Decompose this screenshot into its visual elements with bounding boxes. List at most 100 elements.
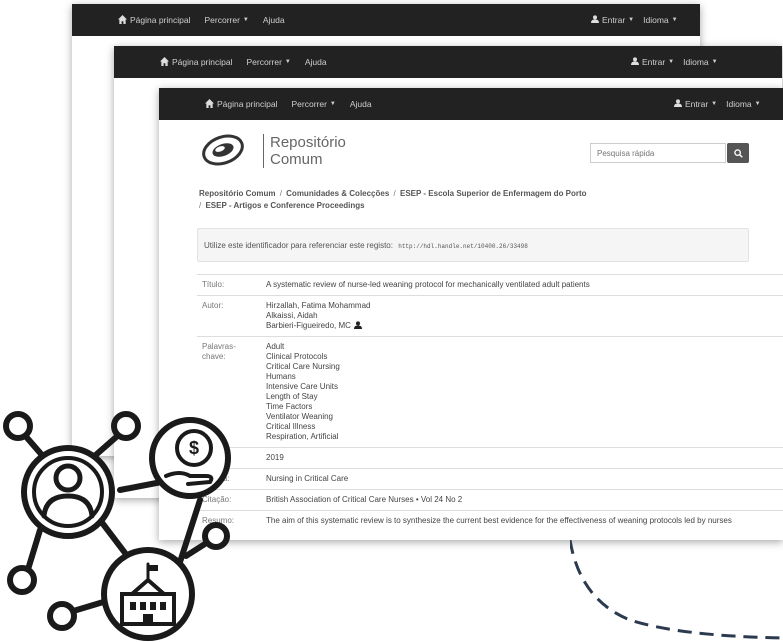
nav-help[interactable]: Ajuda [305,57,327,67]
logo-line-2: Comum [270,151,323,168]
nav-help[interactable]: Ajuda [263,15,285,25]
window [150,602,156,610]
window [140,602,146,610]
nav-home[interactable]: Página principal [118,14,191,26]
nav-login[interactable]: Entrar ▼ [674,99,717,109]
metadata-table: Título: A systematic review of nurse-led… [197,274,783,531]
nav-home-label: Página principal [130,15,191,25]
table-row: Editora: Nursing in Critical Care [197,468,783,489]
home-icon [118,14,130,26]
dashed-path [570,540,783,640]
caret-down-icon: ▼ [668,59,675,65]
keyword: Intensive Care Units [266,382,339,391]
nav-login-label: Entrar [602,15,626,25]
nav-browse[interactable]: Percorrer ▼ [246,57,290,67]
repository-record-window: Página principal Percorrer ▼ Ajuda Entrar… [159,88,783,540]
nav-login[interactable]: Entrar ▼ [631,57,674,67]
caret-down-icon: ▼ [754,101,761,107]
keyword: Time Factors [266,402,313,411]
nav-browse-label: Percorrer [246,57,282,67]
window [160,602,166,610]
network-node [47,601,77,631]
nav-help-label: Ajuda [262,15,285,25]
nav-login-label: Entrar [642,57,666,67]
nav-home-label: Página principal [217,99,278,109]
identifier-url[interactable]: http://hdl.handle.net/10400.26/33498 [398,243,528,250]
breadcrumb-item[interactable]: ESEP - Escola Superior de Enfermagem do … [400,189,587,198]
author-link[interactable]: Hirzallah, Fatima Mohammad [266,301,370,311]
nav-help-label: Ajuda [304,57,327,67]
caret-down-icon: ▼ [242,17,249,23]
breadcrumb-separator: / [199,201,202,210]
flag-icon [149,565,158,571]
breadcrumb: Repositório Comum / Comunidades & Colecç… [199,188,759,212]
breadcrumb-item[interactable]: ESEP - Artigos e Conference Proceedings [205,201,364,210]
network-node [111,411,141,441]
breadcrumb-item[interactable]: Repositório Comum [199,189,275,198]
network-node [7,565,37,595]
keywords-label-line: chave: [202,352,226,361]
person-head [53,463,83,493]
nav-language[interactable]: Idioma ▼ [683,57,717,67]
keyword: Critical Care Nursing [266,362,340,371]
caret-down-icon: ▼ [711,59,718,65]
nav-browse-label: Percorrer [291,99,327,109]
door [143,614,153,624]
date-value: 2019 [266,453,284,462]
logo-wordmark[interactable]: Repositório Comum [263,134,346,168]
table-row: Palavras- chave: Adult Clinical Protocol… [197,336,783,447]
title-label: Título: [202,280,225,289]
keywords-list: Adult Clinical Protocols Critical Care N… [266,342,340,442]
user-icon [631,57,642,67]
caret-down-icon: ▼ [671,17,678,23]
search-icon [733,148,743,158]
keyword: Humans [266,372,296,381]
breadcrumb-separator: / [279,189,282,198]
network-node [202,522,230,550]
table-row: Resumo: The aim of this systematic revie… [197,510,783,531]
user-icon[interactable] [351,321,362,330]
author-link[interactable]: Barbieri-Figueiredo, MC [266,321,351,330]
caret-down-icon: ▼ [628,17,635,23]
keyword: Critical Illness [266,422,316,431]
nav-browse[interactable]: Percorrer ▼ [204,15,248,25]
nav-help[interactable]: Ajuda [350,99,372,109]
nav-login-label: Entrar [685,99,709,109]
title-value: A systematic review of nurse-led weaning… [266,280,590,289]
dashed-decorative-curve [570,540,783,640]
keyword: Adult [266,342,285,351]
network-node [3,411,33,441]
identifier-label: Utilize este identificador para referenc… [204,241,393,250]
identifier-panel: Utilize este identificador para referenc… [197,228,749,262]
home-icon [160,56,172,68]
nav-home[interactable]: Página principal [160,56,232,68]
citation-value: British Association of Critical Care Nur… [266,495,463,504]
caret-down-icon: ▼ [284,59,291,65]
nav-login[interactable]: Entrar ▼ [591,15,634,25]
nav-home[interactable]: Página principal [205,98,278,110]
window [130,602,136,610]
user-icon [591,15,602,25]
user-icon [674,99,685,109]
keyword: Ventilator Weaning [266,412,334,421]
nav-browse-label: Percorrer [204,15,240,25]
quick-search-input[interactable] [590,143,726,163]
caret-down-icon: ▼ [329,101,336,107]
breadcrumb-item[interactable]: Comunidades & Colecções [286,189,389,198]
nav-language[interactable]: Idioma ▼ [643,15,677,25]
keywords-label-line: Palavras- [202,342,236,351]
navbar: Página principal Percorrer ▼ Ajuda Entrar… [159,88,783,120]
logo-line-1: Repositório [270,134,346,151]
keyword: Respiration, Artificial [266,432,339,441]
caret-down-icon: ▼ [711,101,718,107]
nav-language[interactable]: Idioma ▼ [726,99,760,109]
author-link[interactable]: Alkaissi, Aidah [266,311,370,321]
dollar-icon: $ [189,438,199,458]
abstract-value: The aim of this systematic review is to … [266,516,732,525]
nav-language-label: Idioma [683,57,709,67]
nav-browse[interactable]: Percorrer ▼ [291,99,335,109]
network-illustration: $ [3,411,231,641]
home-icon [205,98,217,110]
search-button[interactable] [727,143,749,163]
author-list: Hirzallah, Fatima Mohammad Alkaissi, Aid… [266,301,370,331]
